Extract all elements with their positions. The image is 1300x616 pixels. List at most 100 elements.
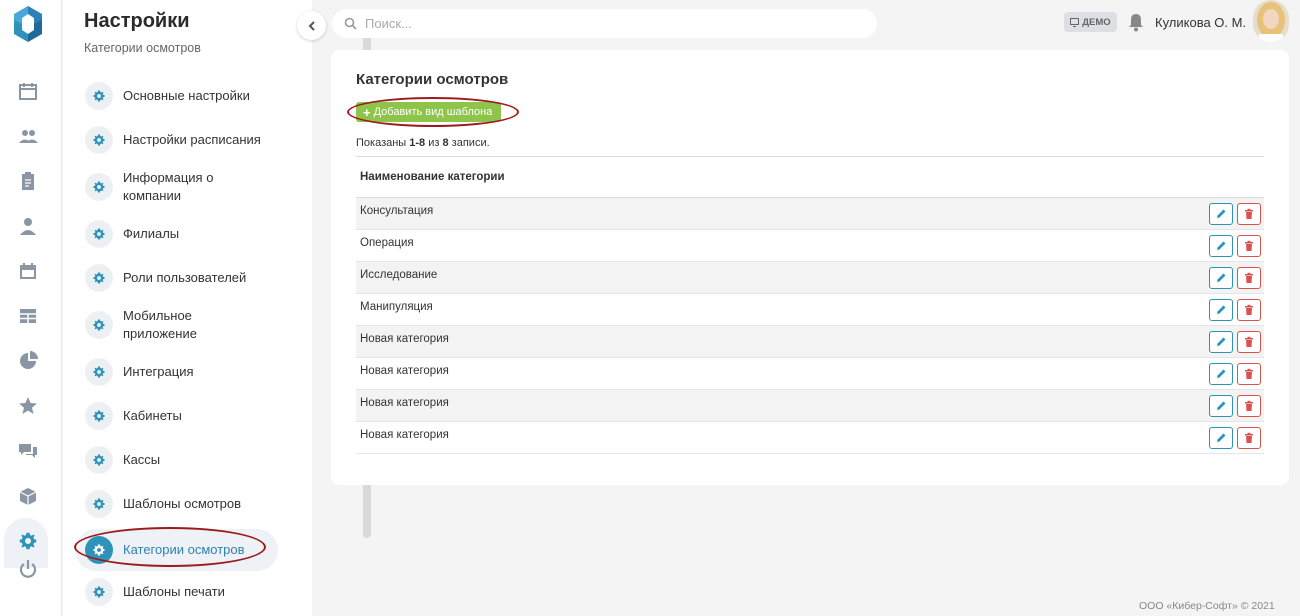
- sidebar-item-4[interactable]: Филиалы: [75, 219, 278, 249]
- panel-subtitle: Категории осмотров: [84, 41, 201, 55]
- collapse-sidebar-button[interactable]: [297, 11, 326, 40]
- delete-button[interactable]: [1237, 267, 1261, 289]
- search-bar[interactable]: [332, 9, 877, 38]
- sidebar-item-1[interactable]: Основные настройки: [75, 81, 278, 111]
- summary-suffix: записи.: [448, 137, 490, 149]
- sidebar-item-5[interactable]: Роли пользователей: [75, 263, 278, 293]
- clipboard-icon[interactable]: [17, 170, 39, 192]
- column-header-category[interactable]: Наименование категории: [356, 157, 1264, 198]
- doctor-icon[interactable]: [17, 215, 39, 237]
- category-name: Консультация: [360, 205, 434, 217]
- delete-button[interactable]: [1237, 299, 1261, 321]
- sidebar-item-12[interactable]: Шаблоны печати: [75, 577, 278, 607]
- trash-icon: [1245, 240, 1253, 251]
- monitor-icon: [1070, 17, 1080, 27]
- sidebar-item-label: Филиалы: [123, 226, 180, 241]
- sidebar-item-8[interactable]: Кабинеты: [75, 401, 278, 431]
- delete-button[interactable]: [1237, 427, 1261, 449]
- table-icon[interactable]: [17, 305, 39, 327]
- sidebar-item-6[interactable]: Мобильное приложение: [75, 302, 278, 348]
- power-icon[interactable]: [17, 558, 39, 580]
- trash-icon: [1245, 272, 1253, 283]
- sidebar-item-label: Информация о компании: [123, 170, 214, 203]
- sidebar-item-9[interactable]: Кассы: [75, 445, 278, 475]
- category-name: Исследование: [360, 269, 438, 281]
- trash-icon: [1245, 336, 1253, 347]
- schedule-icon[interactable]: [17, 260, 39, 282]
- sidebar-item-label: Роли пользователей: [123, 270, 247, 285]
- box-icon[interactable]: [17, 485, 39, 507]
- edit-button[interactable]: [1209, 363, 1233, 385]
- table-row: Манипуляция: [356, 294, 1264, 326]
- table-row: Исследование: [356, 262, 1264, 294]
- sidebar-item-2[interactable]: Настройки расписания: [75, 125, 278, 155]
- demo-label: ДЕМО: [1082, 16, 1111, 28]
- category-name: Новая категория: [360, 429, 449, 441]
- pencil-icon: [1217, 433, 1226, 442]
- edit-button[interactable]: [1209, 331, 1233, 353]
- pie-chart-icon[interactable]: [17, 350, 39, 372]
- sidebar-item-11[interactable]: Категории осмотров: [75, 529, 278, 571]
- demo-badge: ДЕМО: [1064, 12, 1117, 32]
- delete-button[interactable]: [1237, 331, 1261, 353]
- gear-icon: [85, 446, 113, 474]
- calendar-icon[interactable]: [17, 80, 39, 102]
- gear-icon: [85, 126, 113, 154]
- gear-icon: [85, 402, 113, 430]
- trash-icon: [1245, 368, 1253, 379]
- trash-icon: [1245, 208, 1253, 219]
- gear-icon[interactable]: [17, 530, 39, 552]
- chat-icon[interactable]: [17, 440, 39, 462]
- edit-button[interactable]: [1209, 395, 1233, 417]
- edit-button[interactable]: [1209, 299, 1233, 321]
- sidebar-item-label: Шаблоны печати: [123, 584, 225, 599]
- footer-copyright: ООО «Кибер-Софт» © 2021: [1139, 600, 1275, 612]
- star-icon[interactable]: [17, 395, 39, 417]
- delete-button[interactable]: [1237, 395, 1261, 417]
- search-input[interactable]: [365, 16, 845, 31]
- panel-title: Настройки: [84, 10, 190, 32]
- chevron-left-icon: [308, 20, 315, 31]
- logo[interactable]: [10, 4, 46, 44]
- category-name: Манипуляция: [360, 301, 433, 313]
- search-icon: [344, 17, 357, 30]
- sidebar-item-label: Кассы: [123, 452, 161, 467]
- edit-button[interactable]: [1209, 427, 1233, 449]
- pencil-icon: [1217, 209, 1226, 218]
- gear-icon: [85, 264, 113, 292]
- delete-button[interactable]: [1237, 235, 1261, 257]
- pencil-icon: [1217, 305, 1226, 314]
- content-card: Категории осмотров + Добавить вид шаблон…: [331, 50, 1289, 485]
- add-template-type-button[interactable]: + Добавить вид шаблона: [356, 102, 501, 122]
- user-name[interactable]: Куликова О. М.: [1155, 15, 1246, 30]
- table-row: Консультация: [356, 198, 1264, 230]
- records-summary: Показаны 1-8 из 8 записи.: [356, 137, 490, 149]
- sidebar-item-3[interactable]: Информация о компании: [75, 164, 278, 210]
- category-name: Новая категория: [360, 333, 449, 345]
- gear-icon: [85, 536, 113, 564]
- sidebar-item-label: Шаблоны осмотров: [123, 496, 242, 511]
- gear-icon: [85, 82, 113, 110]
- delete-button[interactable]: [1237, 203, 1261, 225]
- delete-button[interactable]: [1237, 363, 1261, 385]
- category-name: Новая категория: [360, 397, 449, 409]
- edit-button[interactable]: [1209, 203, 1233, 225]
- table-row: Новая категория: [356, 390, 1264, 422]
- edit-button[interactable]: [1209, 235, 1233, 257]
- categories-table: Наименование категории Консультация Опер…: [356, 156, 1264, 454]
- pencil-icon: [1217, 369, 1226, 378]
- gear-icon: [85, 220, 113, 248]
- edit-button[interactable]: [1209, 267, 1233, 289]
- gear-icon: [85, 173, 113, 201]
- table-row: Новая категория: [356, 422, 1264, 454]
- bell-icon[interactable]: [1127, 12, 1145, 32]
- category-name: Новая категория: [360, 365, 449, 377]
- sidebar-item-10[interactable]: Шаблоны осмотров: [75, 489, 278, 519]
- pencil-icon: [1217, 337, 1226, 346]
- avatar[interactable]: [1253, 0, 1289, 42]
- icon-rail: [0, 0, 62, 616]
- users-icon[interactable]: [17, 125, 39, 147]
- sidebar-item-7[interactable]: Интеграция: [75, 357, 278, 387]
- sidebar-item-label: Интеграция: [123, 364, 194, 379]
- table-row: Новая категория: [356, 358, 1264, 390]
